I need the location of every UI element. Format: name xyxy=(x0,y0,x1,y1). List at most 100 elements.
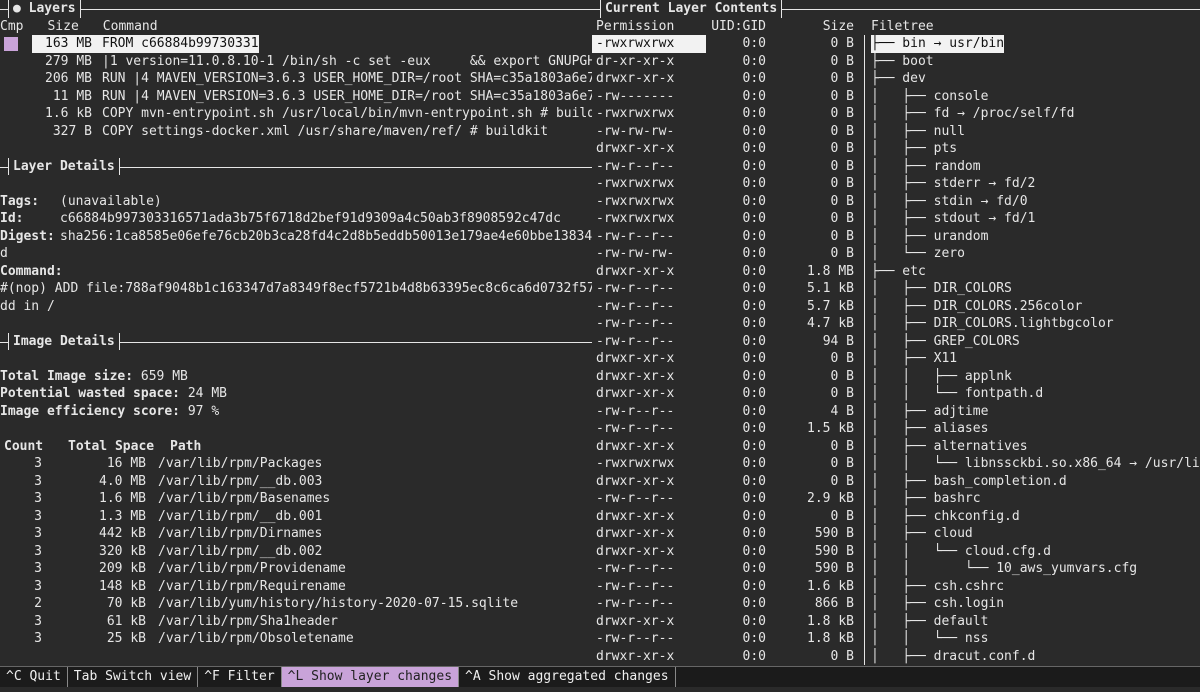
filetree-row[interactable]: -rw-r--r-- 0:0 4.7 kB │ ├── DIR_COLORS.ligh… xyxy=(592,315,1200,333)
file-permission: drwxr-xr-x xyxy=(596,473,675,489)
filetree-row[interactable]: drwxr-xr-x 0:0 0 B ├── dev xyxy=(592,70,1200,88)
filetree-row[interactable]: -rwxrwxrwx 0:0 0 B ├── bin → usr/bin xyxy=(592,35,1200,53)
filetree-row[interactable]: drwxr-xr-x 0:0 590 B │ ├── cloud xyxy=(592,525,1200,543)
filetree-row[interactable]: -rw-r--r-- 0:0 590 B │ │ └── 10_aws_yumvars… xyxy=(592,560,1200,578)
file-size: 0 B xyxy=(830,106,854,121)
file-tree-entry: │ ├── adjtime xyxy=(871,403,989,419)
file-uid-gid: 0:0 xyxy=(742,211,766,226)
layer-details-title: Layer Details xyxy=(8,157,120,175)
file-tree-entry: │ ├── bashrc xyxy=(871,491,981,506)
file-uid-gid: 0:0 xyxy=(742,491,766,506)
file-size: 4 B xyxy=(830,403,854,419)
column-divider xyxy=(864,70,865,88)
filetree-row[interactable]: drwxr-xr-x 0:0 0 B │ ├── pts xyxy=(592,140,1200,158)
filter-shortcut[interactable]: ^F Filter xyxy=(198,667,282,687)
filetree-row[interactable]: -rw-r--r-- 0:0 1.6 kB │ ├── csh.cshrc xyxy=(592,577,1200,595)
filetree-row[interactable]: -rw-r--r-- 0:0 0 B │ ├── urandom xyxy=(592,227,1200,245)
filetree-row[interactable]: drwxr-xr-x 0:0 0 B │ ├── bash_completion.d xyxy=(592,472,1200,490)
filetree-row[interactable]: -rwxrwxrwx 0:0 0 B │ ├── stdin → fd/0 xyxy=(592,192,1200,210)
filetree-row[interactable]: drwxr-xr-x 0:0 0 B │ ├── alternatives xyxy=(592,437,1200,455)
wasted-count: 3 xyxy=(34,543,42,559)
file-tree-entry: │ ├── random xyxy=(871,158,981,174)
show-layer-changes-shortcut[interactable]: ^L Show layer changes xyxy=(281,667,460,687)
filetree-row[interactable]: drwxr-xr-x 0:0 0 B │ │ ├── applnk xyxy=(592,367,1200,385)
layer-cmp-marker xyxy=(4,105,18,123)
file-permission: -rw-r--r-- xyxy=(596,228,675,244)
layer-cmp-marker xyxy=(4,88,18,106)
filetree-row[interactable]: -rw-r--r-- 0:0 0 B │ ├── random xyxy=(592,157,1200,175)
filetree-row[interactable]: -rw-r--r-- 0:0 5.1 kB │ ├── DIR_COLORS xyxy=(592,280,1200,298)
file-permission: -rw-r--r-- xyxy=(596,561,675,576)
quit-shortcut[interactable]: ^C Quit xyxy=(0,667,68,687)
filetree-row[interactable]: drwxr-xr-x 0:0 590 B │ │ └── cloud.cfg.d xyxy=(592,542,1200,560)
filetree-row[interactable]: drwxr-xr-x 0:0 1.8 kB │ ├── default xyxy=(592,612,1200,630)
file-size: 0 B xyxy=(830,508,854,524)
file-permission: -rw-r--r-- xyxy=(596,596,675,611)
file-permission: -rw-rw-rw- xyxy=(596,123,675,139)
filetree-row[interactable]: drwxr-xr-x 0:0 0 B │ ├── X11 xyxy=(592,350,1200,368)
layer-row[interactable]: 206 MB RUN |4 MAVEN_VERSION=3.6.3 USER_HO… xyxy=(0,70,592,88)
file-permission: drwxr-xr-x xyxy=(596,386,675,401)
layer-size: 1.6 kB xyxy=(45,106,92,121)
switch-view-shortcut[interactable]: Tab Switch view xyxy=(68,667,199,687)
wasted-path: /var/lib/rpm/__db.001 xyxy=(158,508,323,524)
wasted-space: 1.6 MB xyxy=(99,491,146,506)
layer-row-content: 163 MB FROM c66884b99730331 xyxy=(32,35,259,53)
filetree-row[interactable]: -rw-r--r-- 0:0 1.5 kB │ ├── aliases xyxy=(592,420,1200,438)
layer-row[interactable]: 163 MB FROM c66884b99730331 xyxy=(0,35,592,53)
file-uid-gid: 0:0 xyxy=(742,298,766,314)
layer-row-content: 327 B COPY settings-docker.xml /usr/share… xyxy=(32,123,548,141)
file-size: 1.5 kB xyxy=(807,421,854,436)
filetree-row[interactable]: -rw-rw-rw- 0:0 0 B │ └── zero xyxy=(592,245,1200,263)
filetree-row[interactable]: -rw-r--r-- 0:0 1.8 kB │ │ └── nss xyxy=(592,630,1200,648)
file-permission: -rw-r--r-- xyxy=(596,631,675,646)
filetree-row[interactable]: -rw-r--r-- 0:0 4 B │ ├── adjtime xyxy=(592,402,1200,420)
filetree-row[interactable]: drwxr-xr-x 0:0 1.8 MB ├── etc xyxy=(592,262,1200,280)
file-size: 94 B xyxy=(822,333,854,349)
file-permission: -rw-r--r-- xyxy=(596,491,675,506)
column-divider xyxy=(864,525,865,543)
filetree-row[interactable]: -rw-r--r-- 0:0 94 B │ ├── GREP_COLORS xyxy=(592,332,1200,350)
file-size: 0 B xyxy=(830,228,854,244)
layer-row[interactable]: 279 MB |1 version=11.0.8.10-1 /bin/sh -c … xyxy=(0,53,592,71)
file-uid-gid: 0:0 xyxy=(742,123,766,139)
filetree-row[interactable]: drwxr-xr-x 0:0 0 B │ │ └── fontpath.d xyxy=(592,385,1200,403)
filetree-row[interactable]: -rwxrwxrwx 0:0 0 B │ ├── stderr → fd/2 xyxy=(592,175,1200,193)
file-size: 0 B xyxy=(830,473,854,489)
file-size: 0 B xyxy=(830,53,854,69)
filetree-row[interactable]: drwxr-xr-x 0:0 0 B │ ├── chkconfig.d xyxy=(592,507,1200,525)
wasted-row: 3 209 kB/var/lib/rpm/Providename xyxy=(0,560,592,578)
wasted-count: 3 xyxy=(34,473,42,489)
column-divider xyxy=(864,280,865,298)
filetree-row[interactable]: -rwxrwxrwx 0:0 0 B │ ├── fd → /proc/self/fd xyxy=(592,105,1200,123)
layer-list[interactable]: 163 MB FROM c66884b99730331 279 MB |1 vers… xyxy=(0,35,592,140)
layer-row-content: 206 MB RUN |4 MAVEN_VERSION=3.6.3 USER_HO… xyxy=(32,70,592,88)
layer-row[interactable]: 1.6 kB COPY mvn-entrypoint.sh /usr/local/… xyxy=(0,105,592,123)
wasted-count: 3 xyxy=(34,561,42,576)
layer-row[interactable]: 327 B COPY settings-docker.xml /usr/share… xyxy=(0,123,592,141)
filetree-row[interactable]: -rw-r--r-- 0:0 2.9 kB │ ├── bashrc xyxy=(592,490,1200,508)
filetree-row[interactable]: -rw-r--r-- 0:0 5.7 kB │ ├── DIR_COLORS.256c… xyxy=(592,297,1200,315)
filetree-row[interactable]: dr-xr-xr-x 0:0 0 B ├── boot xyxy=(592,52,1200,70)
layer-row[interactable]: 11 MB RUN |4 MAVEN_VERSION=3.6.3 USER_HOM… xyxy=(0,88,592,106)
uid-header: UID:GID xyxy=(711,18,766,34)
file-permission: -rwxrwxrwx xyxy=(596,456,675,471)
file-tree-entry: │ ├── urandom xyxy=(871,228,989,244)
filetree-row[interactable]: -rwxrwxrwx 0:0 0 B │ ├── stdout → fd/1 xyxy=(592,210,1200,228)
filetree-row[interactable]: -rw------- 0:0 0 B │ ├── console xyxy=(592,87,1200,105)
filetree-list[interactable]: -rwxrwxrwx 0:0 0 B ├── bin → usr/bin dr-xr-x… xyxy=(592,35,1200,665)
filetree-row[interactable]: -rw-r--r-- 0:0 866 B │ ├── csh.login xyxy=(592,595,1200,613)
column-divider xyxy=(864,437,865,455)
filetree-row[interactable]: -rwxrwxrwx 0:0 0 B │ │ └── libnssckbi.so.x8… xyxy=(592,455,1200,473)
file-permission: -rwxrwxrwx xyxy=(596,176,675,191)
show-aggregated-changes-shortcut[interactable]: ^A Show aggregated changes xyxy=(459,667,676,687)
filetree-row[interactable]: -rw-rw-rw- 0:0 0 B │ ├── null xyxy=(592,122,1200,140)
filetree-row[interactable]: drwxr-xr-x 0:0 0 B │ ├── dracut.conf.d xyxy=(592,647,1200,665)
column-divider xyxy=(864,105,865,123)
wasted-space: 148 kB xyxy=(99,578,146,594)
column-divider xyxy=(864,560,865,578)
file-size: 4.7 kB xyxy=(807,316,854,331)
digest-cont: d xyxy=(0,246,8,261)
file-permission: -rw-r--r-- xyxy=(596,298,675,314)
file-uid-gid: 0:0 xyxy=(742,106,766,121)
